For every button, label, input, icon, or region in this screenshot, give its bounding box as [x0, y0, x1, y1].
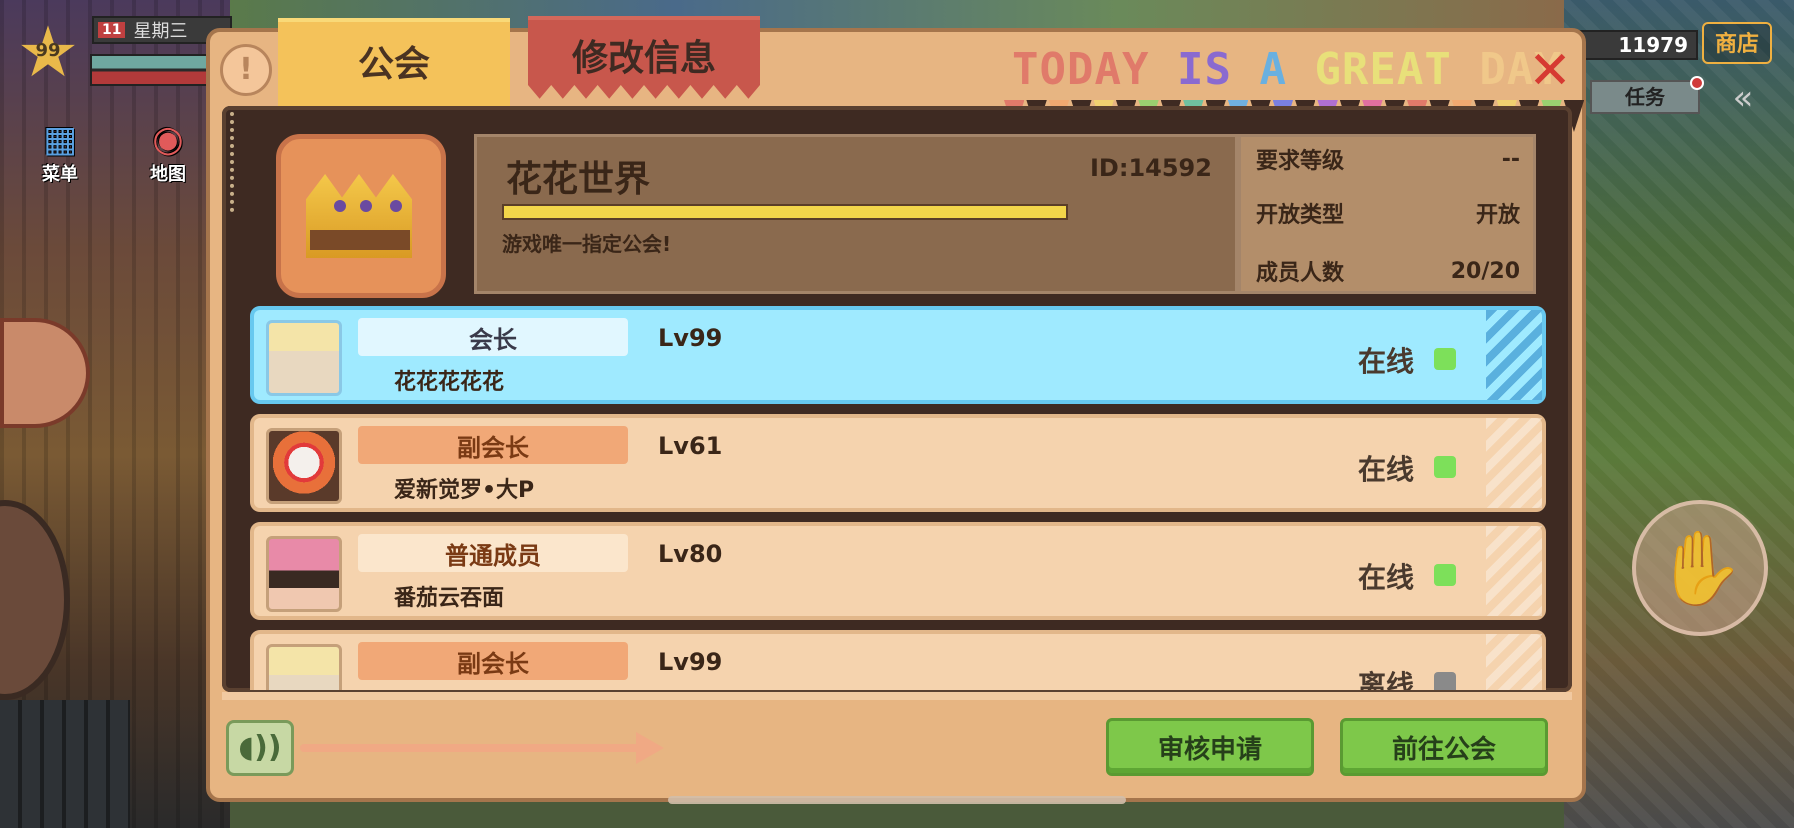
guild-name: 花花世界 [506, 159, 651, 200]
panel-bottom-strip [222, 692, 1572, 700]
role-chip-member: 普通成员 [358, 534, 628, 572]
banner-word: GREAT [1314, 44, 1452, 95]
member-list[interactable]: 会长 花花花花花 Lv99 在线 副会长 爱新觉罗•大P Lv61 在线 普通成… [250, 306, 1546, 690]
member-level: Lv99 [658, 324, 723, 352]
member-row[interactable]: 普通成员 番茄云吞面 Lv80 在线 [250, 522, 1546, 620]
today-banner: TODAY IS A GREAT DAY [1012, 44, 1561, 98]
online-dot-icon [1434, 456, 1456, 478]
member-name: 爱新觉罗•大P [394, 478, 535, 503]
online-dot-icon [1434, 564, 1456, 586]
member-row[interactable]: 会长 花花花花花 Lv99 在线 [250, 306, 1546, 404]
shop-button[interactable]: 商店 [1702, 22, 1772, 64]
member-status: 离线 [1358, 669, 1415, 690]
elf-avatar [266, 320, 342, 396]
row-zigzag-decoration [1486, 418, 1542, 508]
stat-value: 开放 [1475, 203, 1520, 228]
help-icon[interactable]: ! [220, 44, 272, 96]
member-name: 番茄云吞面 [394, 586, 505, 611]
menu-label: 菜单 [42, 164, 78, 185]
panel-dots-decoration [230, 112, 260, 212]
stat-required-level: 要求等级 -- [1256, 142, 1520, 176]
arrow-line [300, 744, 652, 752]
menu-button[interactable]: ▦ 菜单 [32, 120, 88, 186]
banner-word: IS [1176, 44, 1232, 95]
home-indicator[interactable] [668, 796, 1126, 804]
stat-label: 开放类型 [1256, 203, 1345, 228]
role-chip-leader: 会长 [358, 318, 628, 356]
member-row[interactable]: 副会长 爱新觉罗•大P Lv61 在线 [250, 414, 1546, 512]
crown-gem [334, 200, 346, 212]
crown-band [310, 230, 410, 250]
date-day: 11 [98, 22, 126, 38]
decor-keyboard [0, 700, 130, 828]
close-icon[interactable]: ✕ [1524, 45, 1576, 98]
guild-motto: 游戏唯一指定公会! [502, 232, 672, 256]
go-to-guild-button[interactable]: 前往公会 [1340, 718, 1548, 776]
member-level: Lv61 [658, 432, 723, 460]
elf-avatar [266, 644, 342, 690]
crown-gem [360, 200, 372, 212]
banner-word: TODAY [1012, 44, 1150, 95]
task-label: 任务 [1625, 85, 1665, 109]
hand-action-button[interactable]: ✋ [1632, 500, 1768, 636]
role-chip-vice: 副会长 [358, 642, 628, 680]
pink-hood-avatar [266, 536, 342, 612]
member-status: 在线 [1358, 453, 1415, 486]
row-zigzag-decoration [1486, 310, 1542, 400]
map-label: 地图 [150, 164, 186, 185]
guild-id: ID:14592 [1090, 154, 1212, 182]
guild-progress-bar [502, 204, 1068, 220]
stat-value: -- [1501, 146, 1520, 172]
rewind-icon[interactable]: « [1718, 80, 1768, 116]
notification-dot-icon [1690, 76, 1704, 90]
task-button[interactable]: 任务 [1590, 76, 1704, 114]
crown-gem [390, 200, 402, 212]
review-applications-button[interactable]: 审核申请 [1106, 718, 1314, 776]
member-row[interactable]: 副会长 Lv99 离线 [250, 630, 1546, 690]
member-status: 在线 [1358, 561, 1415, 594]
stat-label: 要求等级 [1256, 149, 1345, 174]
map-button[interactable]: ◉ 地图 [140, 120, 196, 186]
speaker-icon[interactable]: ◖)) [226, 720, 294, 776]
stat-label: 成员人数 [1256, 261, 1345, 286]
offline-dot-icon [1434, 672, 1456, 690]
online-dot-icon [1434, 348, 1456, 370]
stat-member-count: 成员人数 20/20 [1256, 254, 1520, 288]
stat-value: 20/20 [1450, 258, 1520, 284]
weekday-label: 星期三 [133, 21, 188, 42]
grid-icon: ▦ [42, 119, 77, 160]
background-right [1564, 0, 1794, 828]
map-icon: ◉ [152, 119, 184, 160]
member-status: 在线 [1358, 345, 1415, 378]
row-zigzag-decoration [1486, 526, 1542, 616]
member-level: Lv80 [658, 540, 723, 568]
member-name: 花花花花花 [394, 370, 505, 395]
clown-avatar [266, 428, 342, 504]
player-level: 99 [35, 40, 61, 61]
guild-progress-fill [504, 206, 1066, 218]
role-chip-vice: 副会长 [358, 426, 628, 464]
row-zigzag-decoration [1486, 634, 1542, 690]
member-level: Lv99 [658, 648, 723, 676]
banner-word: A [1259, 44, 1287, 95]
stat-open-type: 开放类型 开放 [1256, 196, 1520, 230]
